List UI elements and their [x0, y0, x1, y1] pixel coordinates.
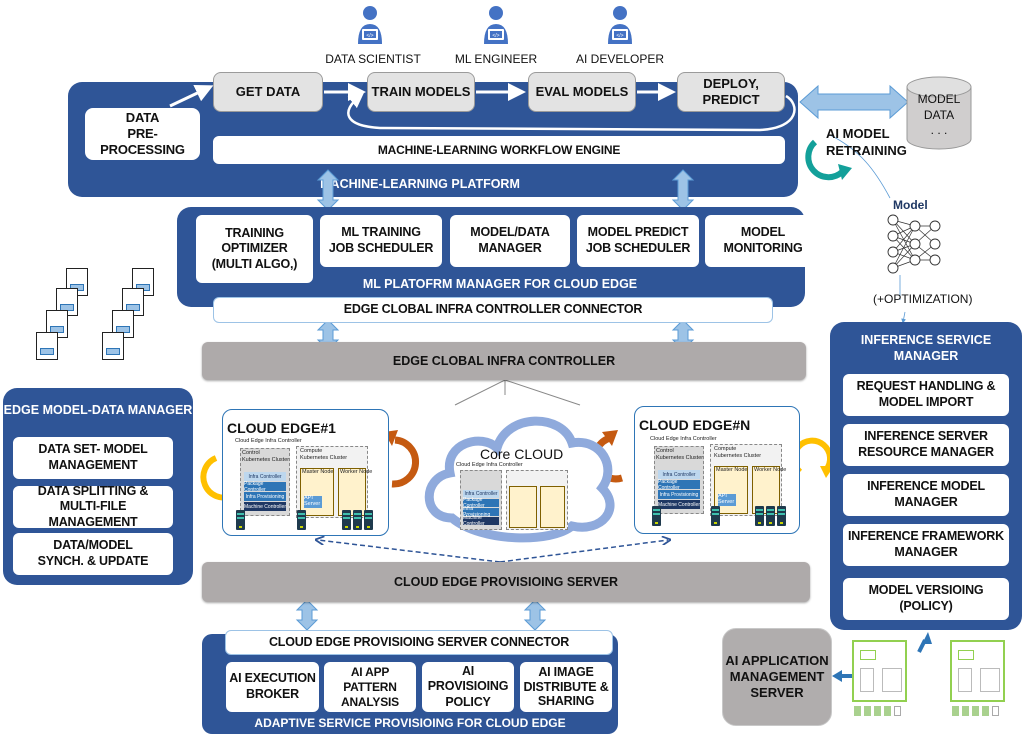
adaptive-module[interactable]: AI IMAGE DISTRIBUTE & SHARING	[520, 662, 612, 712]
pipeline-step-train-models[interactable]: TRAIN MODELS	[367, 72, 475, 112]
optimization-note: (+OPTIMIZATION)	[873, 292, 973, 306]
media-document-icon	[102, 332, 124, 360]
provisioning-server-connector-bar[interactable]: CLOUD EDGE PROVISIOING SERVER CONNECTOR	[225, 630, 613, 655]
inference-item[interactable]: MODEL VERSIOING (POLICY)	[843, 578, 1009, 620]
arrow-to-inference-manager	[917, 639, 927, 653]
svg-text:</>: </>	[616, 33, 623, 39]
infra-controller-caption: Cloud Edge Infra Controller	[235, 438, 302, 444]
module-model-predict-job-scheduler[interactable]: MODEL PREDICT JOB SCHEDULER	[577, 215, 699, 267]
inference-architecture-thumbnail	[950, 640, 1005, 702]
worker-node	[540, 486, 565, 528]
data-preprocessing-box[interactable]: DATA PRE-PROCESSING	[85, 108, 200, 160]
ml-manager-title: ML PLATOFRM MANAGER FOR CLOUD EDGE	[362, 277, 638, 291]
media-document-icon	[36, 332, 58, 360]
cloud-edge-provisioning-server[interactable]: CLOUD EDGE PROVISIOING SERVER	[202, 562, 810, 602]
server-rack-icon	[711, 506, 720, 526]
neural-network-icon	[885, 212, 945, 281]
edge-data-item[interactable]: DATA SET- MODEL MANAGEMENT	[13, 437, 173, 479]
worker-node	[338, 468, 366, 516]
adaptive-module[interactable]: AI PROVISIOING POLICY	[422, 662, 514, 712]
cloud-edge-1-title: CLOUD EDGE#1	[227, 420, 336, 436]
server-rack-icon	[652, 506, 661, 526]
retraining-label: AI MODEL RETRAINING	[826, 126, 907, 158]
inference-item[interactable]: INFERENCE MODEL MANAGER	[843, 474, 1009, 516]
updown-arrow	[523, 599, 547, 631]
developer-laptop-icon: </>	[355, 4, 385, 51]
inference-item[interactable]: INFERENCE FRAMEWORK MANAGER	[843, 524, 1009, 566]
adaptive-provisioning-title: ADAPTIVE SERVICE PROVISIOING FOR CLOUD E…	[254, 716, 566, 730]
edge-model-data-manager-title: EDGE MODEL-DATA MANAGER	[3, 403, 193, 417]
ml-platform-title: MACHINE-LEARNING PLATFORM	[320, 177, 520, 191]
inference-item[interactable]: INFERENCE SERVER RESOURCE MANAGER	[843, 424, 1009, 466]
server-rack-icon	[766, 506, 775, 526]
developer-laptop-icon: </>	[481, 4, 511, 51]
role-label: ML ENGINEER	[454, 52, 538, 66]
server-rack-icon	[777, 506, 786, 526]
edge-data-item[interactable]: DATA SPLITTING & MULTI-FILE MANAGEMENT	[13, 484, 173, 529]
ai-application-management-server[interactable]: AI APPLICATION MANAGEMENT SERVER	[722, 628, 832, 726]
cloud-edge-n-title: CLOUD EDGE#N	[639, 417, 751, 433]
module-model-data-manager[interactable]: MODEL/DATA MANAGER	[450, 215, 570, 267]
pipeline-step-eval-models[interactable]: EVAL MODELS	[528, 72, 636, 112]
pipeline-step-get-data[interactable]: GET DATA	[213, 72, 323, 112]
module-model-monitoring[interactable]: MODEL MONITORING	[705, 215, 821, 267]
server-rack-icon	[342, 510, 351, 530]
gpu-row	[854, 706, 904, 718]
inference-architecture-thumbnail	[852, 640, 907, 702]
module-ml-training-job-scheduler[interactable]: ML TRAINING JOB SCHEDULER	[320, 215, 442, 267]
server-rack-icon	[297, 510, 306, 530]
model-data-label: MODEL DATA . . .	[917, 92, 961, 138]
adaptive-module[interactable]: AI EXECUTION BROKER	[226, 662, 319, 712]
edge-data-item[interactable]: DATA/MODEL SYNCH. & UPDATE	[13, 533, 173, 575]
master-node	[509, 486, 537, 528]
gpu-row	[952, 706, 1002, 718]
pipeline-step-deploy-predict[interactable]: DEPLOY, PREDICT	[677, 72, 785, 112]
svg-text:</>: </>	[492, 33, 499, 39]
developer-laptop-icon: </>	[605, 4, 635, 51]
core-cloud-title: Core CLOUD	[480, 446, 564, 462]
edge-global-infra-controller[interactable]: EDGE CLOBAL INFRA CONTROLLER	[202, 342, 806, 380]
server-rack-icon	[236, 510, 245, 530]
role-label: AI DEVELOPER	[575, 52, 665, 66]
model-data-exchange-arrow	[799, 84, 909, 120]
workflow-engine-bar[interactable]: MACHINE-LEARNING WORKFLOW ENGINE	[213, 136, 785, 164]
infra-controller-connector-bar[interactable]: EDGE CLOBAL INFRA CONTROLLER CONNECTOR	[213, 297, 773, 323]
sync-cycle-icon-orange	[391, 436, 419, 488]
inference-item[interactable]: REQUEST HANDLING & MODEL IMPORT	[843, 374, 1009, 416]
updown-arrow	[295, 599, 319, 631]
adaptive-module[interactable]: AI APP PATTERN ANALYSIS	[324, 662, 416, 712]
module-training-optimizer[interactable]: TRAINING OPTIMIZER (MULTI ALGO,)	[196, 215, 313, 283]
inference-manager-title: INFERENCE SERVICE MANAGER	[860, 333, 992, 364]
server-rack-icon	[353, 510, 362, 530]
server-rack-icon	[364, 510, 373, 530]
role-label: DATA SCIENTIST	[325, 52, 421, 66]
svg-text:</>: </>	[366, 33, 373, 39]
server-rack-icon	[755, 506, 764, 526]
master-node	[300, 468, 334, 516]
